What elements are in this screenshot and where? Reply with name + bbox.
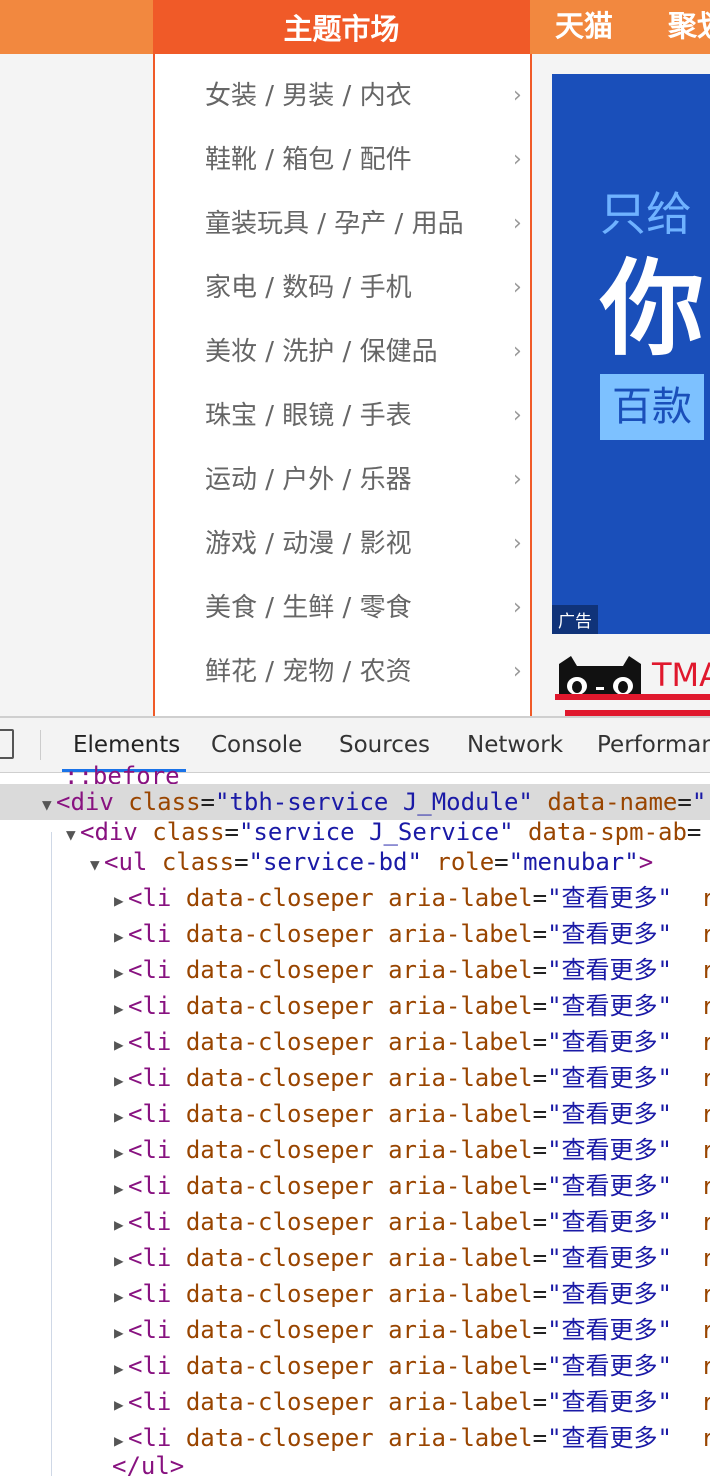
category-item[interactable]: 游戏 / 动漫 / 影视 › [205, 524, 522, 564]
banner-text-2: 你 [600, 248, 705, 370]
collapsed-triangle-icon[interactable]: ▶ [114, 1351, 128, 1384]
ad-label: 广告 [552, 605, 598, 634]
collapsed-triangle-icon[interactable]: ▶ [114, 991, 128, 1024]
collapsed-triangle-icon[interactable]: ▶ [114, 1135, 128, 1168]
category-item[interactable]: 运动 / 户外 / 乐器 › [205, 460, 522, 500]
chevron-right-icon: › [513, 147, 522, 172]
category-label: 童装玩具 / 孕产 / 用品 [205, 209, 464, 239]
category-item[interactable]: 珠宝 / 眼镜 / 手表 › [205, 396, 522, 436]
collapsed-triangle-icon[interactable]: ▶ [114, 1279, 128, 1312]
collapsed-triangle-icon[interactable]: ▶ [114, 1207, 128, 1240]
category-label: 游戏 / 动漫 / 影视 [205, 529, 412, 559]
tab-separator [40, 730, 41, 760]
chevron-right-icon: › [513, 531, 522, 556]
tree-line-li[interactable]: ▶<li data-closeper aria-label="查看更多" r [0, 1096, 710, 1132]
chevron-right-icon: › [513, 595, 522, 620]
tree-line-li[interactable]: ▶<li data-closeper aria-label="查看更多" r [0, 952, 710, 988]
chevron-right-icon: › [513, 83, 522, 108]
tree-line-li[interactable]: ▶<li data-closeper aria-label="查看更多" r [0, 916, 710, 952]
category-menu: 女装 / 男装 / 内衣 › 鞋靴 / 箱包 / 配件 › 童装玩具 / 孕产 / … [153, 54, 532, 716]
category-item[interactable]: 美食 / 生鲜 / 零食 › [205, 588, 522, 628]
tree-line[interactable]: ▼ <ul class="service-bd" role="menubar"> [0, 844, 710, 880]
collapsed-triangle-icon[interactable]: ▶ [114, 1315, 128, 1348]
tree-line-li[interactable]: ▶<li data-closeper aria-label="查看更多" r [0, 1384, 710, 1420]
collapsed-triangle-icon[interactable]: ▶ [114, 919, 128, 952]
tree-line-li[interactable]: ▶<li data-closeper aria-label="查看更多" r [0, 1240, 710, 1276]
collapsed-triangle-icon[interactable]: ▶ [114, 955, 128, 988]
tree-line-li[interactable]: ▶<li data-closeper aria-label="查看更多" r [0, 1024, 710, 1060]
ad-banner[interactable]: 只给 你 百款 广告 [552, 74, 710, 634]
tree-line-li[interactable]: ▶<li data-closeper aria-label="查看更多" r [0, 1348, 710, 1384]
tree-line-li[interactable]: ▶<li data-closeper aria-label="查看更多" r [0, 1312, 710, 1348]
collapsed-triangle-icon[interactable]: ▶ [114, 1063, 128, 1096]
collapsed-triangle-icon[interactable]: ▶ [114, 1387, 128, 1420]
collapsed-triangle-icon[interactable]: ▶ [114, 883, 128, 916]
tmall-divider [555, 694, 710, 700]
devtools-panel: Elements Console Sources Network Perform… [0, 716, 710, 1476]
tmall-wordmark: TMA [652, 656, 710, 694]
nav-link-tmall[interactable]: 天猫 [555, 0, 613, 54]
category-label: 运动 / 户外 / 乐器 [205, 465, 412, 495]
tree-line-li[interactable]: ▶<li data-closeper aria-label="查看更多" r [0, 1060, 710, 1096]
chevron-right-icon: › [513, 275, 522, 300]
chevron-right-icon: › [513, 211, 522, 236]
category-label: 美妆 / 洗护 / 保健品 [205, 337, 438, 367]
category-item[interactable]: 家电 / 数码 / 手机 › [205, 268, 522, 308]
taobao-page: 主题市场 天猫 聚划 女装 / 男装 / 内衣 › 鞋靴 / 箱包 / 配件 › 童… [0, 0, 710, 716]
tree-line-li[interactable]: ▶<li data-closeper aria-label="查看更多" r [0, 1132, 710, 1168]
nav-theme-market[interactable]: 主题市场 [153, 0, 530, 54]
chevron-right-icon: › [513, 403, 522, 428]
category-item[interactable]: 鲜花 / 宠物 / 农资 › [205, 652, 522, 692]
collapsed-triangle-icon[interactable]: ▶ [114, 1027, 128, 1060]
banner-text-3: 百款 [600, 374, 704, 440]
device-toolbar-icon[interactable] [0, 729, 14, 759]
tree-line-li[interactable]: ▶<li data-closeper aria-label="查看更多" r [0, 1204, 710, 1240]
tree-line-li[interactable]: ▶<li data-closeper aria-label="查看更多" r [0, 988, 710, 1024]
collapsed-triangle-icon[interactable]: ▶ [114, 1099, 128, 1132]
category-item[interactable]: 女装 / 男装 / 内衣 › [205, 76, 522, 116]
category-label: 美食 / 生鲜 / 零食 [205, 593, 412, 623]
tree-line-closing[interactable]: </ul> [0, 1448, 710, 1476]
expand-triangle-icon[interactable]: ▼ [90, 847, 104, 880]
category-label: 鲜花 / 宠物 / 农资 [205, 657, 412, 687]
category-label: 女装 / 男装 / 内衣 [205, 81, 412, 111]
collapsed-triangle-icon[interactable]: ▶ [114, 1243, 128, 1276]
category-item[interactable]: 美妆 / 洗护 / 保健品 › [205, 332, 522, 372]
category-label: 鞋靴 / 箱包 / 配件 [205, 145, 412, 175]
category-item[interactable]: 鞋靴 / 箱包 / 配件 › [205, 140, 522, 180]
tree-line-li[interactable]: ▶<li data-closeper aria-label="查看更多" r [0, 880, 710, 916]
chevron-right-icon: › [513, 659, 522, 684]
tree-line-li[interactable]: ▶<li data-closeper aria-label="查看更多" r [0, 1276, 710, 1312]
category-label: 家电 / 数码 / 手机 [205, 273, 412, 303]
nav-link-juhuasuan[interactable]: 聚划 [668, 0, 710, 54]
elements-tree: ::before ▼ <div class="tbh-service J_Modu… [0, 762, 710, 1476]
category-item[interactable]: 童装玩具 / 孕产 / 用品 › [205, 204, 522, 244]
collapsed-triangle-icon[interactable]: ▶ [114, 1171, 128, 1204]
category-label: 珠宝 / 眼镜 / 手表 [205, 401, 412, 431]
chevron-right-icon: › [513, 467, 522, 492]
tree-line-li[interactable]: ▶<li data-closeper aria-label="查看更多" r [0, 1168, 710, 1204]
chevron-right-icon: › [513, 339, 522, 364]
